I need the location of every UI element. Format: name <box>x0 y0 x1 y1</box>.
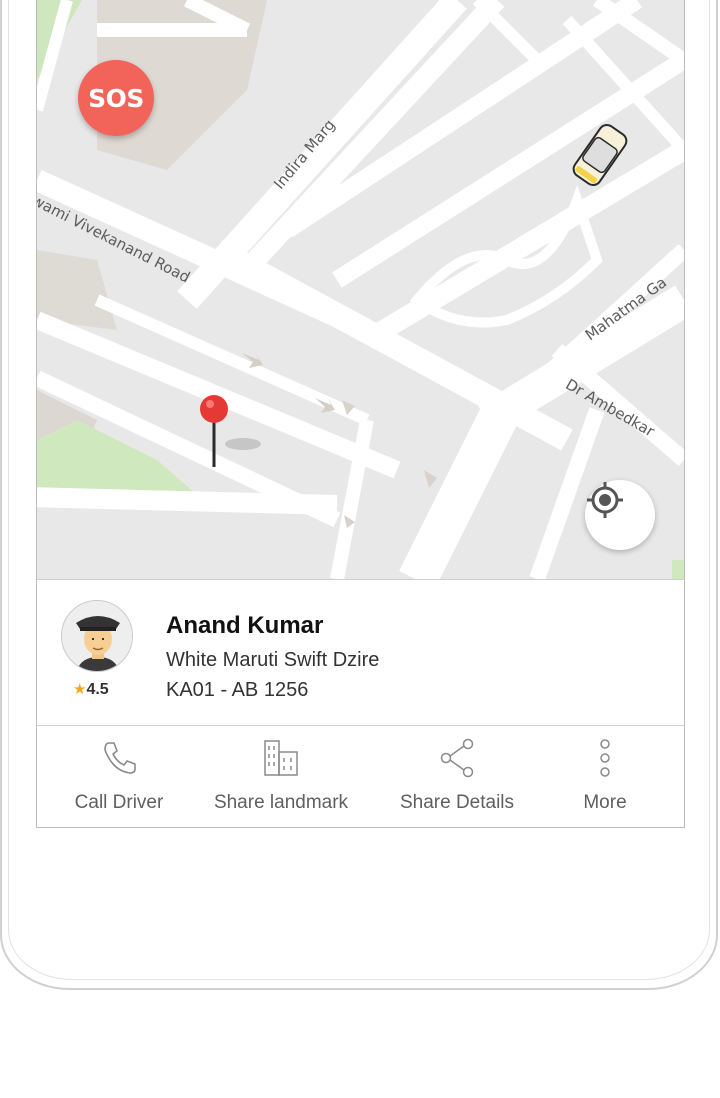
call-driver-label: Call Driver <box>74 792 164 813</box>
more-vertical-icon <box>600 739 610 777</box>
driver-avatar <box>61 600 133 672</box>
share-landmark-label: Share landmark <box>213 792 349 813</box>
crosshair-icon <box>587 482 623 518</box>
rating-value: 4.5 <box>86 681 109 698</box>
driver-info-panel: ★4.5 Anand Kumar White Maruti Swift Dzir… <box>37 579 684 726</box>
share-details-label: Share Details <box>399 792 515 813</box>
location-pin-icon <box>200 395 228 467</box>
star-icon: ★ <box>73 681 87 698</box>
map-view[interactable]: Indira Marg wami Vivekanand Road Mahatma… <box>37 0 684 579</box>
driver-rating: ★4.5 <box>73 680 109 699</box>
more-label: More <box>583 792 627 813</box>
phone-icon <box>104 742 136 774</box>
app-screen: Indira Marg wami Vivekanand Road Mahatma… <box>36 0 685 828</box>
my-location-button[interactable] <box>585 480 655 550</box>
share-icon <box>440 738 474 778</box>
car-plate-number: KA01 - AB 1256 <box>166 679 309 701</box>
car-model: White Maruti Swift Dzire <box>166 649 380 671</box>
driver-name: Anand Kumar <box>166 612 324 639</box>
share-details-button[interactable]: Share Details <box>387 726 527 827</box>
building-icon <box>264 740 298 776</box>
more-button[interactable]: More <box>557 726 653 827</box>
sos-button[interactable]: SOS <box>78 60 154 136</box>
call-driver-button[interactable]: Call Driver <box>57 726 181 827</box>
share-landmark-button[interactable]: Share landmark <box>205 726 357 827</box>
driver-portrait-icon <box>62 601 132 671</box>
action-bar: Call Driver Share landmark Share Details… <box>37 726 684 827</box>
